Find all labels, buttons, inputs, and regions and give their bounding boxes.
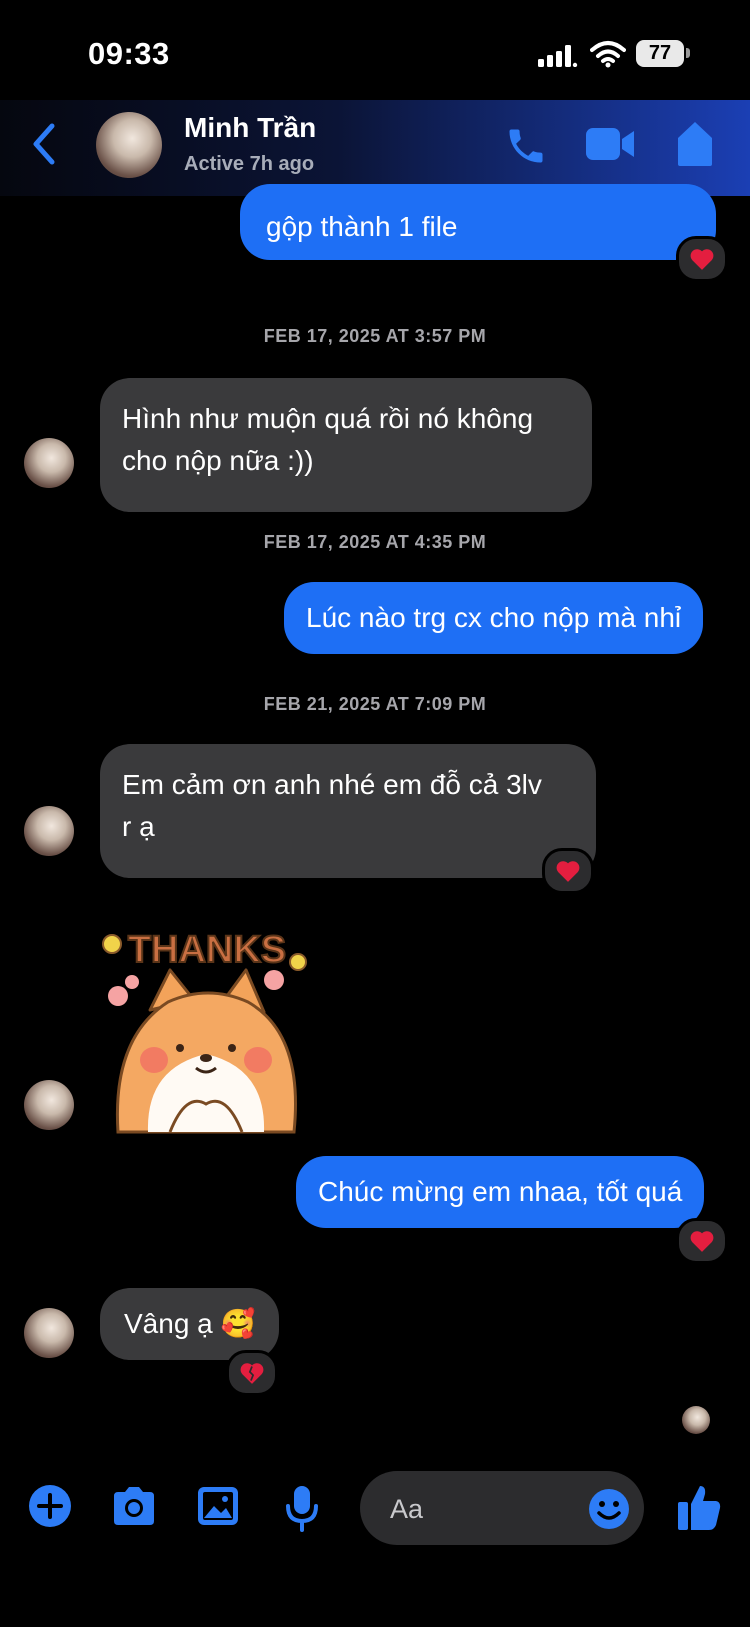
- heartbreak-icon: [240, 1363, 264, 1384]
- timestamp: FEB 17, 2025 AT 4:35 PM: [263, 532, 487, 552]
- back-chevron-icon[interactable]: [30, 122, 58, 166]
- emoji-icon[interactable]: [588, 1488, 630, 1530]
- sender-avatar[interactable]: [24, 1080, 74, 1130]
- gallery-icon[interactable]: [196, 1484, 240, 1528]
- message-text-line: cho nộp nữa :)): [122, 445, 314, 476]
- thumbs-up-icon[interactable]: [676, 1482, 722, 1532]
- contact-avatar[interactable]: [96, 112, 162, 178]
- video-call-icon[interactable]: [584, 124, 636, 164]
- message-text-line: Hình như muộn quá rồi nó không: [122, 403, 534, 434]
- message-text: gộp thành 1 file: [266, 211, 458, 242]
- timestamp: FEB 21, 2025 AT 7:09 PM: [263, 694, 487, 714]
- shiba-sticker-image: THANKS: [102, 928, 307, 1134]
- message-bubble-outgoing[interactable]: Lúc nào trg cx cho nộp mà nhỉ: [284, 582, 704, 654]
- battery-icon: [686, 48, 690, 58]
- shield-icon[interactable]: [676, 120, 714, 168]
- message-text: Lúc nào trg cx cho nộp mà nhỉ: [306, 602, 682, 633]
- microphone-icon[interactable]: [284, 1484, 320, 1532]
- battery-level: 77: [636, 40, 684, 67]
- sender-avatar[interactable]: [24, 1308, 74, 1358]
- reaction-badge[interactable]: [226, 1350, 278, 1396]
- status-time: 09:33: [88, 36, 170, 71]
- message-text-line: Em cảm ơn anh nhé em đỗ cả 3lv: [122, 769, 542, 800]
- message-text: Chúc mừng em nhaa, tốt quá: [318, 1176, 683, 1207]
- contact-status: Active 7h ago: [184, 153, 315, 175]
- phone-call-icon[interactable]: [504, 124, 548, 168]
- camera-icon[interactable]: [110, 1484, 158, 1528]
- reaction-badge[interactable]: [676, 1218, 728, 1264]
- reaction-badge[interactable]: [542, 848, 594, 894]
- message-bubble-incoming[interactable]: Em cảm ơn anh nhé em đỗ cả 3lv r ạ: [100, 744, 596, 878]
- message-text-line: r ạ: [122, 811, 155, 842]
- reaction-badge[interactable]: [676, 236, 728, 282]
- wifi-icon: [590, 41, 626, 68]
- heart-icon: [690, 1231, 714, 1252]
- sender-avatar[interactable]: [24, 806, 74, 856]
- cellular-signal-icon: [538, 45, 578, 67]
- message-bubble-incoming[interactable]: Hình như muộn quá rồi nó không cho nộp n…: [100, 378, 592, 512]
- sender-avatar[interactable]: [24, 438, 74, 488]
- message-bubble-outgoing[interactable]: gộp thành 1 file: [240, 184, 716, 260]
- seen-receipt-avatar: [682, 1406, 710, 1434]
- timestamp: FEB 17, 2025 AT 3:57 PM: [263, 326, 487, 346]
- thanks-sticker[interactable]: THANKS: [98, 918, 316, 1134]
- message-bubble-outgoing[interactable]: Chúc mừng em nhaa, tốt quá: [296, 1156, 705, 1228]
- plus-circle-icon[interactable]: [28, 1484, 72, 1528]
- heart-icon: [690, 249, 714, 270]
- message-text: Vâng ạ 🥰: [124, 1308, 256, 1339]
- sticker-text: THANKS: [128, 929, 286, 971]
- contact-name[interactable]: Minh Trần: [184, 112, 316, 144]
- heart-icon: [556, 861, 580, 882]
- message-input-placeholder: Aa: [390, 1494, 424, 1524]
